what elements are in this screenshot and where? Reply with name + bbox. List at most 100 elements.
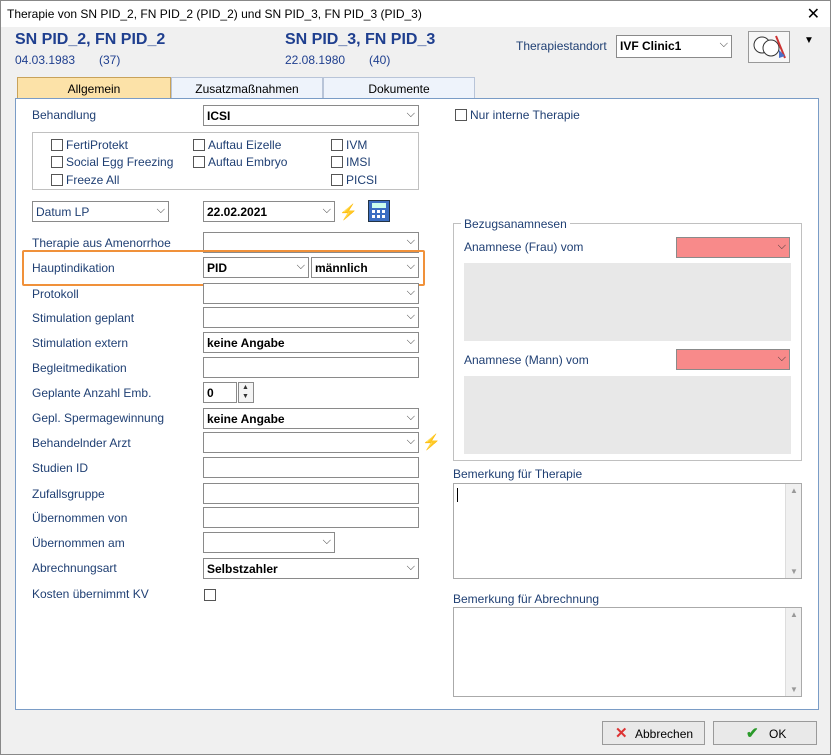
anamnese-mann-area <box>464 376 791 454</box>
spin-up-icon[interactable]: ▲ <box>242 384 249 391</box>
zufall-input[interactable] <box>203 483 419 504</box>
chevron-down-icon: ⌵ <box>406 310 415 322</box>
lightning-icon[interactable]: ⚡ <box>422 433 441 451</box>
patient1-age: (37) <box>99 53 121 67</box>
begleitmed-input[interactable] <box>203 357 419 378</box>
patient2-age: (40) <box>369 53 391 67</box>
calculator-icon[interactable] <box>368 200 390 222</box>
couple-icon[interactable] <box>748 31 790 63</box>
cb-kosten[interactable] <box>204 588 219 602</box>
chevron-down-icon: ⌵ <box>406 235 415 247</box>
cb-auftau-embryo[interactable]: Auftau Embryo <box>193 155 287 169</box>
cb-fertiprotekt[interactable]: FertiProtekt <box>51 138 128 152</box>
studien-label: Studien ID <box>32 461 89 475</box>
anzahl-emb-stepper[interactable]: ▲ ▼ <box>238 382 254 403</box>
checkbox-icon <box>331 156 343 168</box>
cb-picsi[interactable]: PICSI <box>331 173 377 187</box>
checkbox-icon <box>193 156 205 168</box>
ok-button[interactable]: ✔ OK <box>713 721 817 745</box>
chevron-down-icon: ⌵ <box>406 335 415 347</box>
anamnese-mann-select[interactable]: ⌵ <box>676 349 790 370</box>
close-icon[interactable]: ✕ <box>807 4 820 24</box>
cancel-button[interactable]: ✕ Abbrechen <box>602 721 705 745</box>
standort-select[interactable]: IVF Clinic1 ⌵ <box>616 35 732 58</box>
checkmark-icon: ✔ <box>746 725 759 742</box>
datum-input[interactable]: 22.02.2021 ⌵ <box>203 201 335 222</box>
behandlung-select[interactable]: ICSI ⌵ <box>203 105 419 126</box>
bemerkung-abrechnung-label: Bemerkung für Abrechnung <box>453 592 600 606</box>
chevron-down-icon: ⌵ <box>322 535 331 547</box>
checkbox-icon <box>193 139 205 151</box>
uebernommen-am-input[interactable]: ⌵ <box>203 532 335 553</box>
checkbox-icon <box>204 589 216 601</box>
anamnese-frau-area <box>464 263 791 341</box>
chevron-down-icon: ⌵ <box>406 411 415 423</box>
begleitmed-label: Begleitmedikation <box>32 361 127 375</box>
bemerkung-therapie-label: Bemerkung für Therapie <box>453 467 583 481</box>
chevron-down-icon: ⌵ <box>777 240 786 252</box>
behandlung-label: Behandlung <box>32 108 97 122</box>
kosten-label: Kosten übernimmt KV <box>32 587 149 601</box>
chevron-down-icon: ⌵ <box>406 108 415 120</box>
arzt-select[interactable]: ⌵ <box>203 432 419 453</box>
anamnese-mann-label: Anamnese (Mann) vom <box>464 353 589 367</box>
anamnese-frau-label: Anamnese (Frau) vom <box>464 240 584 254</box>
chevron-down-icon: ⌵ <box>322 204 331 216</box>
anamnese-frau-select[interactable]: ⌵ <box>676 237 790 258</box>
tab-strip: Allgemein Zusatzmaßnahmen Dokumente <box>15 77 819 99</box>
chevron-down-icon: ⌵ <box>296 260 305 272</box>
chevron-down-icon: ⌵ <box>719 38 728 50</box>
cb-auftau-eizelle[interactable]: Auftau Eizelle <box>193 138 281 152</box>
anzahl-emb-label: Geplante Anzahl Emb. <box>32 386 152 400</box>
scrollbar[interactable]: ▲ ▼ <box>785 484 801 578</box>
hauptindikation-select[interactable]: PID ⌵ <box>203 257 309 278</box>
anzahl-emb-input[interactable]: 0 <box>203 382 237 403</box>
bemerkung-abrechnung-textarea[interactable]: ▲ ▼ <box>453 607 802 697</box>
checkbox-icon <box>455 109 467 121</box>
cross-icon: ✕ <box>615 725 628 742</box>
checkbox-icon <box>51 139 63 151</box>
cb-freeze-all[interactable]: Freeze All <box>51 173 119 187</box>
stim-extern-select[interactable]: keine Angabe ⌵ <box>203 332 419 353</box>
sperma-select[interactable]: keine Angabe ⌵ <box>203 408 419 429</box>
lightning-icon[interactable]: ⚡ <box>339 203 358 221</box>
gender-select[interactable]: männlich ⌵ <box>311 257 419 278</box>
datum-type-select[interactable]: Datum LP ⌵ <box>32 201 169 222</box>
dropdown-arrow-icon[interactable]: ▼ <box>804 35 814 46</box>
standort-label: Therapiestandort <box>516 39 607 53</box>
chevron-down-icon: ⌵ <box>777 352 786 364</box>
zufall-label: Zufallsgruppe <box>32 487 105 501</box>
tab-dokumente[interactable]: Dokumente <box>323 77 475 99</box>
title-bar: Therapie von SN PID_2, FN PID_2 (PID_2) … <box>1 1 830 27</box>
tab-zusatzmassnahmen[interactable]: Zusatzmaßnahmen <box>171 77 323 99</box>
abrechnungsart-label: Abrechnungsart <box>32 561 117 575</box>
therapy-dialog: Therapie von SN PID_2, FN PID_2 (PID_2) … <box>0 0 831 755</box>
checkbox-icon <box>331 174 343 186</box>
uebernommen-von-input[interactable] <box>203 507 419 528</box>
patient1-dob: 04.03.1983 <box>15 53 76 67</box>
protokoll-select[interactable]: ⌵ <box>203 283 419 304</box>
checkbox-icon <box>51 156 63 168</box>
uebernommen-von-label: Übernommen von <box>32 511 128 525</box>
amenorrhoe-label: Therapie aus Amenorrhoe <box>32 236 171 250</box>
cb-nur-interne[interactable]: Nur interne Therapie <box>455 108 580 122</box>
studien-input[interactable] <box>203 457 419 478</box>
chevron-down-icon: ⌵ <box>156 204 165 216</box>
scrollbar[interactable]: ▲ ▼ <box>785 608 801 696</box>
window-title: Therapie von SN PID_2, FN PID_2 (PID_2) … <box>7 7 422 21</box>
stim-geplant-select[interactable]: ⌵ <box>203 307 419 328</box>
sperma-label: Gepl. Spermagewinnung <box>32 411 165 425</box>
bemerkung-therapie-textarea[interactable]: ▲ ▼ <box>453 483 802 579</box>
checkbox-icon <box>51 174 63 186</box>
cb-ivm[interactable]: IVM <box>331 138 367 152</box>
tab-allgemein[interactable]: Allgemein <box>17 77 171 99</box>
spin-down-icon[interactable]: ▼ <box>242 393 249 400</box>
hauptindikation-label: Hauptindikation <box>32 261 115 275</box>
abrechnungsart-select[interactable]: Selbstzahler ⌵ <box>203 558 419 579</box>
cb-social-egg[interactable]: Social Egg Freezing <box>51 155 173 169</box>
cb-imsi[interactable]: IMSI <box>331 155 371 169</box>
text-cursor <box>457 488 458 502</box>
chevron-down-icon: ⌵ <box>406 561 415 573</box>
patient2-name: SN PID_3, FN PID_3 <box>285 31 436 48</box>
bezug-title: Bezugsanamnesen <box>461 217 570 231</box>
